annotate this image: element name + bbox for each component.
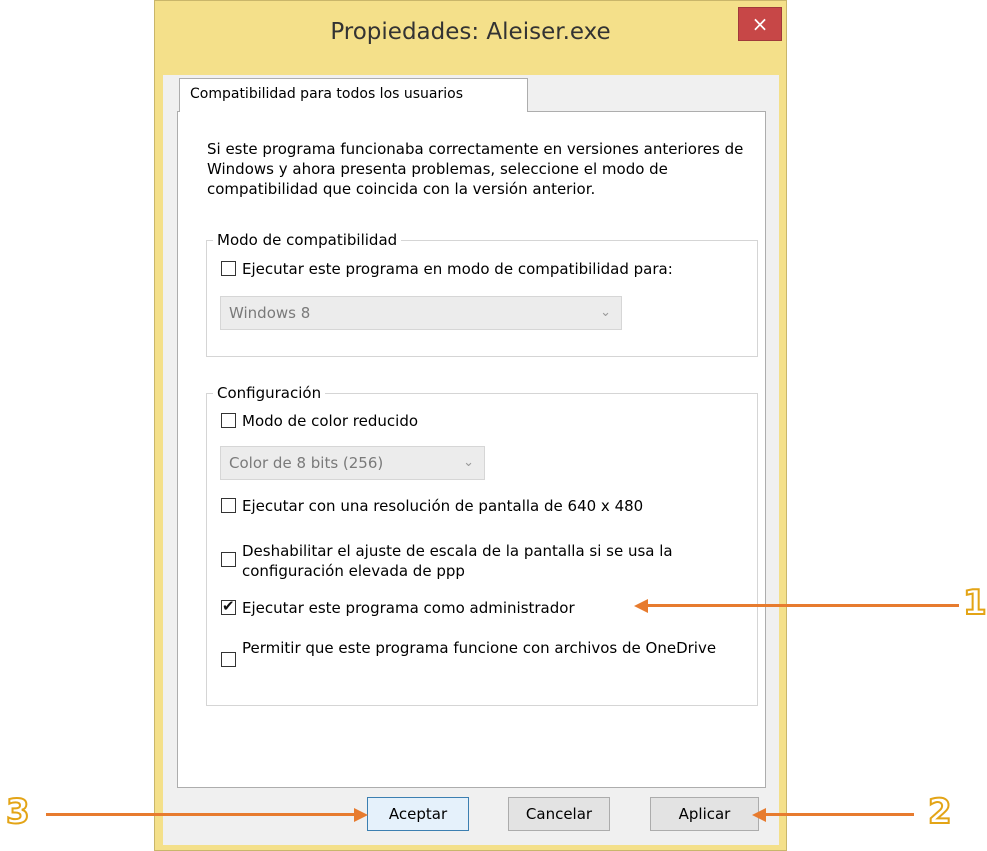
title-bar[interactable]: Propiedades: Aleiser.exe ×	[155, 1, 786, 75]
chevron-down-icon: ⌄	[463, 455, 474, 470]
compatibility-os-select: Windows 8 ⌄	[220, 296, 622, 330]
annotation-number-1: 1	[962, 582, 987, 624]
compatibility-description: Si este programa funcionaba correctament…	[207, 140, 744, 198]
properties-dialog: Propiedades: Aleiser.exe × Compatibilida…	[154, 0, 787, 851]
onedrive-checkbox-row[interactable]: Permitir que este programa funcione con …	[221, 638, 741, 667]
tab-compatibility-all-users[interactable]: Compatibilidad para todos los usuarios	[179, 78, 528, 112]
annotation-arrow-3	[46, 813, 356, 816]
resolution-checkbox-row[interactable]: Ejecutar con una resolución de pantalla …	[221, 496, 643, 516]
color-depth-select: Color de 8 bits (256) ⌄	[220, 446, 485, 480]
color-depth-select-value: Color de 8 bits (256)	[229, 454, 384, 472]
reduced-color-label: Modo de color reducido	[242, 412, 419, 430]
dpi-scaling-checkbox-row[interactable]: Deshabilitar el ajuste de escala de la p…	[221, 541, 741, 581]
compatibility-mode-checkbox-label: Ejecutar este programa en modo de compat…	[242, 260, 673, 278]
onedrive-checkbox[interactable]	[221, 652, 236, 667]
compatibility-os-select-value: Windows 8	[229, 304, 311, 322]
cancel-button[interactable]: Cancelar	[508, 797, 610, 831]
compatibility-mode-checkbox[interactable]	[221, 261, 236, 276]
annotation-arrow-2	[764, 813, 914, 816]
reduced-color-checkbox-row[interactable]: Modo de color reducido	[221, 411, 418, 431]
compatibility-mode-group: Modo de compatibilidad	[206, 231, 758, 357]
annotation-number-2: 2	[927, 791, 953, 833]
onedrive-label: Permitir que este programa funcione con …	[242, 639, 717, 657]
chevron-down-icon: ⌄	[600, 305, 611, 320]
compatibility-mode-checkbox-row[interactable]: Ejecutar este programa en modo de compat…	[221, 259, 673, 279]
run-as-admin-checkbox-row[interactable]: ✔ Ejecutar este programa como administra…	[221, 597, 575, 618]
dialog-client-area: Compatibilidad para todos los usuarios S…	[163, 75, 779, 845]
tab-panel: Si este programa funcionaba correctament…	[177, 111, 766, 788]
ok-button[interactable]: Aceptar	[367, 797, 469, 831]
run-as-admin-label: Ejecutar este programa como administrado…	[242, 599, 575, 617]
settings-legend: Configuración	[217, 384, 322, 402]
close-button[interactable]: ×	[738, 7, 782, 41]
annotation-arrow-3-head	[354, 808, 368, 822]
dpi-scaling-label: Deshabilitar el ajuste de escala de la p…	[242, 542, 673, 580]
dpi-scaling-checkbox[interactable]	[221, 552, 236, 567]
annotation-arrow-1	[646, 604, 959, 607]
checkmark-icon: ✔	[222, 597, 235, 615]
annotation-number-3: 3	[5, 791, 31, 833]
resolution-checkbox[interactable]	[221, 498, 236, 513]
window-title: Propiedades: Aleiser.exe	[330, 19, 611, 45]
apply-button[interactable]: Aplicar	[650, 797, 759, 831]
reduced-color-checkbox[interactable]	[221, 413, 236, 428]
compatibility-mode-legend: Modo de compatibilidad	[217, 231, 398, 249]
run-as-admin-checkbox[interactable]: ✔	[221, 597, 236, 615]
resolution-label: Ejecutar con una resolución de pantalla …	[242, 497, 644, 515]
